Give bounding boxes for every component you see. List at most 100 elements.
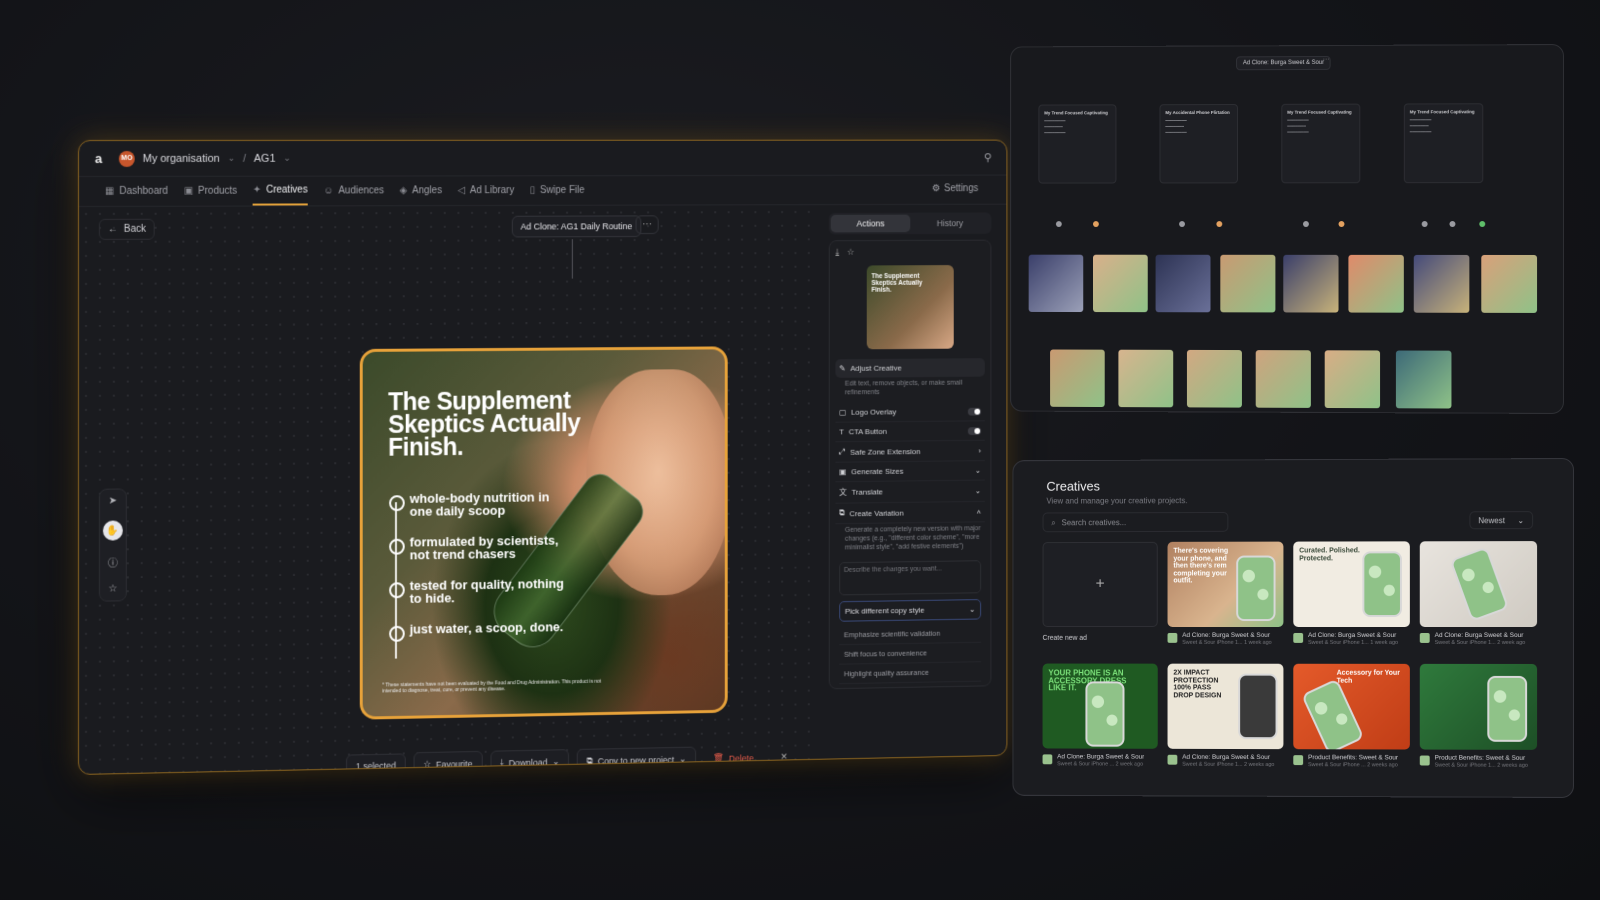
- logo-overlay-item[interactable]: ▢ Logo Overlay: [835, 401, 985, 423]
- org-avatar: MO: [118, 150, 135, 167]
- download-icon[interactable]: ⤓: [835, 247, 839, 258]
- selection-bar: 1 selected ☆ Favourite ⤓ Download ⌄ ⧉ Copy t…: [346, 745, 797, 776]
- org-switcher[interactable]: My organisation: [143, 152, 220, 164]
- create-new-ad-card[interactable]: + Create new ad: [1042, 541, 1158, 646]
- wand-icon: ✎: [839, 364, 846, 373]
- graph-node[interactable]: My Trend Focused Captivating ━━━━━━━━ ━━━━…: [1281, 103, 1361, 184]
- graph-thumbnail[interactable]: [1028, 254, 1084, 313]
- star-icon[interactable]: ☆: [847, 247, 855, 258]
- creative-thumbnail: Accessory for Your Tech: [1293, 663, 1410, 750]
- nav-ad-library[interactable]: ◁ Ad Library: [458, 176, 515, 205]
- star-icon[interactable]: ☆: [108, 583, 117, 594]
- copy-to-project-button[interactable]: ⧉ Copy to new project ⌄: [576, 746, 696, 774]
- graph-node[interactable]: My Accidental Phone Flirtation ━━━━━━━━ ━━…: [1159, 103, 1239, 184]
- creative-card[interactable]: There's covering your phone, and then th…: [1167, 541, 1284, 646]
- graph-port: [1479, 221, 1486, 228]
- tab-history[interactable]: History: [910, 214, 989, 232]
- download-button[interactable]: ⤓ Download ⌄: [490, 749, 570, 776]
- plus-icon[interactable]: +: [1042, 541, 1158, 628]
- page-subtitle: View and manage your creative projects.: [1046, 496, 1188, 506]
- chevron-down-icon: ⌄: [974, 465, 982, 475]
- graph-node[interactable]: My Trend Focused Captivating ━━━━━━━━ ━━━━…: [1403, 103, 1484, 184]
- creative-card[interactable]: 2X IMPACT PROTECTION 100% PASS DROP DESI…: [1167, 663, 1284, 768]
- creative-card[interactable]: Curated. Polished. Protected. Ad Clone: …: [1293, 541, 1410, 646]
- graph-thumbnail[interactable]: [1220, 254, 1276, 313]
- graph-thumbnail[interactable]: [1050, 349, 1105, 408]
- favourite-button[interactable]: ☆ Favourite: [413, 750, 483, 776]
- graph-thumbnail[interactable]: [1481, 254, 1538, 313]
- creative-thumbnail: The Supplement Skeptics Actually Finish.: [866, 265, 954, 350]
- back-button[interactable]: ← Back: [98, 218, 155, 240]
- canvas[interactable]: ← Back Ad Clone: AG1 Daily Routine ··· ➤ …: [78, 205, 820, 776]
- info-icon[interactable]: ⓘ: [108, 554, 118, 569]
- graph-thumbnail[interactable]: [1092, 254, 1148, 313]
- close-icon[interactable]: ✕: [771, 745, 797, 770]
- adjust-creative-item[interactable]: ✎ Adjust Creative: [835, 358, 985, 378]
- nav-audiences[interactable]: ☺ Audiences: [323, 177, 384, 206]
- creative-card[interactable]: YOUR PHONE IS AN ACCESSORY DRESS LIKE IT…: [1042, 663, 1158, 768]
- chevron-down-icon[interactable]: ⌄: [228, 153, 235, 164]
- graph-thumbnail[interactable]: [1118, 349, 1174, 408]
- chevron-up-icon: ˄: [976, 507, 982, 517]
- top-bar: a MO My organisation ⌄ / AG1 ⌄ ⚲: [78, 140, 1007, 177]
- graph-thumbnail[interactable]: [1413, 254, 1470, 313]
- phone-case-image: [1487, 675, 1528, 742]
- translate-icon: 文: [839, 487, 847, 497]
- logo-overlay-toggle[interactable]: [967, 407, 982, 416]
- nav-angles[interactable]: ◈ Angles: [400, 176, 442, 205]
- translate-item[interactable]: 文 Translate ⌄: [835, 480, 985, 504]
- variation-input[interactable]: Describe the changes you want...: [839, 560, 982, 596]
- search-input[interactable]: ⌕ Search creatives...: [1042, 511, 1229, 533]
- graph-thumbnail[interactable]: [1155, 254, 1211, 313]
- expand-icon: ⤢: [839, 447, 846, 456]
- graph-thumbnail[interactable]: [1283, 254, 1339, 313]
- user-icon[interactable]: ⚲: [984, 151, 992, 164]
- creative-card[interactable]: Ad Clone: Burga Sweet & Sour Sweet & Sour…: [1419, 541, 1538, 646]
- graph-thumbnail[interactable]: [1186, 349, 1242, 408]
- copy-style-option[interactable]: Highlight quality assurance: [839, 662, 982, 685]
- pointer-icon[interactable]: ➤: [109, 496, 117, 507]
- ad-disclaimer: * These statements have not been evaluat…: [382, 678, 602, 695]
- sort-select[interactable]: Newest ⌄: [1469, 511, 1534, 530]
- download-icon: ⤓: [499, 757, 504, 768]
- settings-link[interactable]: ⚙ Settings: [932, 183, 978, 194]
- more-options-button[interactable]: ···: [635, 215, 659, 235]
- nav-creatives[interactable]: ✦ Creatives: [252, 176, 308, 206]
- creatives-window: Creatives View and manage your creative …: [1012, 458, 1574, 798]
- gear-icon: ⚙: [931, 183, 941, 195]
- graph-thumbnail[interactable]: [1324, 350, 1381, 409]
- tab-actions[interactable]: Actions: [830, 214, 911, 233]
- creative-card[interactable]: Accessory for Your Tech Product Benefits…: [1293, 663, 1410, 769]
- ad-creative[interactable]: The Supplement Skeptics Actually Finish.…: [359, 346, 728, 720]
- canvas-title[interactable]: Ad Clone: AG1 Daily Routine: [511, 215, 641, 238]
- chevron-down-icon: ⌄: [969, 604, 976, 614]
- nav-swipe-file[interactable]: ▯ Swipe File: [530, 176, 585, 205]
- hand-icon[interactable]: ✋: [102, 520, 123, 541]
- graph-title[interactable]: Ad Clone: Burga Sweet & Sour: [1236, 55, 1332, 71]
- copy-style-select[interactable]: Pick different copy style ⌄: [839, 599, 982, 622]
- delete-button[interactable]: 🗑 Delete: [703, 745, 763, 771]
- creative-card[interactable]: Product Benefits: Sweet & Sour Sweet & So…: [1419, 663, 1538, 769]
- nav-dashboard[interactable]: ▦ Dashboard: [105, 177, 168, 206]
- graph-port: [1302, 221, 1309, 228]
- graph-thumbnail[interactable]: [1348, 254, 1404, 313]
- graph-thumbnail[interactable]: [1395, 350, 1452, 409]
- chevron-down-icon[interactable]: ⌄: [283, 153, 290, 164]
- copy-style-option[interactable]: Emphasize scientific validation: [839, 623, 982, 646]
- generate-sizes-item[interactable]: ▣ Generate Sizes ⌄: [835, 461, 985, 483]
- text-icon: T: [839, 427, 844, 437]
- cta-button-item[interactable]: T CTA Button: [835, 421, 985, 443]
- app-logo-icon[interactable]: a: [95, 150, 111, 166]
- graph-node[interactable]: My Trend Focused Captivating ━━━━━━━━ ━━━━…: [1038, 104, 1117, 184]
- more-options-button[interactable]: ···: [1323, 56, 1330, 63]
- create-variation-item[interactable]: ⧉ Create Variation ˄: [835, 501, 985, 525]
- cta-toggle[interactable]: [967, 426, 982, 435]
- graph-thumbnail[interactable]: [1255, 350, 1311, 408]
- copy-style-option[interactable]: Shift focus to convenience: [839, 642, 982, 665]
- phone-case-image: [1301, 678, 1365, 750]
- graph-port: [1179, 221, 1185, 228]
- safe-zone-item[interactable]: ⤢ Safe Zone Extension ›: [835, 440, 985, 463]
- node-connector: [571, 239, 573, 279]
- nav-products[interactable]: ▣ Products: [184, 177, 237, 206]
- project-switcher[interactable]: AG1: [254, 152, 276, 164]
